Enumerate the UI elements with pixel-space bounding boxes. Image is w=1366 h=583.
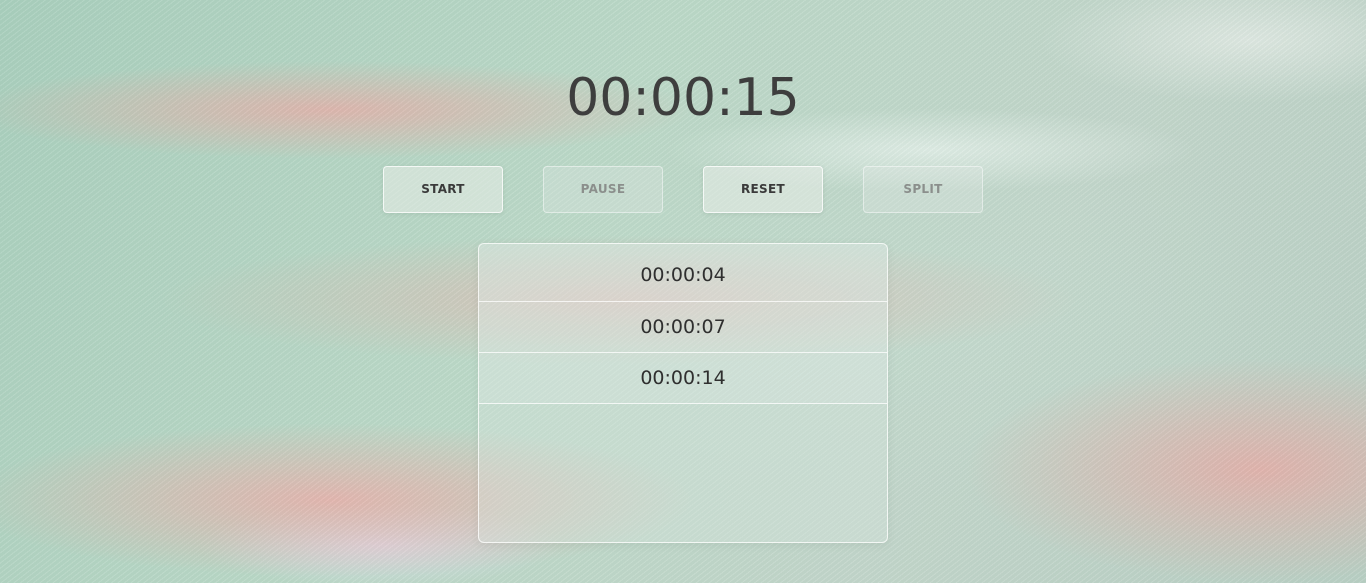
- control-buttons: START PAUSE RESET SPLIT: [383, 166, 983, 213]
- split-list: 00:00:04 00:00:07 00:00:14: [478, 243, 888, 543]
- split-row: 00:00:04: [479, 244, 887, 302]
- stopwatch-app: 00:00:15 START PAUSE RESET SPLIT 00:00:0…: [0, 0, 1366, 583]
- split-button[interactable]: SPLIT: [863, 166, 983, 213]
- pause-button[interactable]: PAUSE: [543, 166, 663, 213]
- elapsed-time-display: 00:00:15: [566, 68, 800, 128]
- split-row: 00:00:07: [479, 302, 887, 353]
- start-button[interactable]: START: [383, 166, 503, 213]
- split-row: 00:00:14: [479, 353, 887, 404]
- reset-button[interactable]: RESET: [703, 166, 823, 213]
